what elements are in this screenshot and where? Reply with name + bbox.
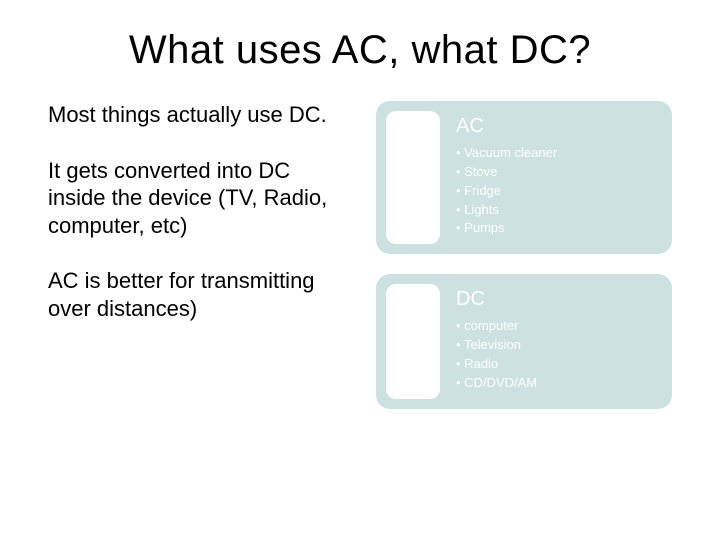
panel-inset bbox=[386, 111, 440, 244]
list-item: Vacuum cleaner bbox=[456, 144, 656, 163]
list-item: Television bbox=[456, 336, 656, 355]
dc-panel-title: DC bbox=[456, 288, 656, 311]
ac-panel: AC Vacuum cleaner Stove Fridge Lights Pu… bbox=[376, 101, 672, 254]
left-column: Most things actually use DC. It gets con… bbox=[48, 101, 348, 409]
body-paragraph-3: AC is better for transmitting over dista… bbox=[48, 267, 348, 322]
body-paragraph-2: It gets converted into DC inside the dev… bbox=[48, 157, 348, 240]
content-row: Most things actually use DC. It gets con… bbox=[48, 101, 672, 409]
dc-list: computer Television Radio CD/DVD/AM bbox=[456, 317, 656, 392]
right-column: AC Vacuum cleaner Stove Fridge Lights Pu… bbox=[376, 101, 672, 409]
page-title: What uses AC, what DC? bbox=[48, 28, 672, 73]
dc-panel: DC computer Television Radio CD/DVD/AM bbox=[376, 274, 672, 408]
dc-panel-body: DC computer Television Radio CD/DVD/AM bbox=[456, 288, 656, 392]
list-item: Lights bbox=[456, 201, 656, 220]
list-item: CD/DVD/AM bbox=[456, 374, 656, 393]
ac-list: Vacuum cleaner Stove Fridge Lights Pumps bbox=[456, 144, 656, 238]
body-paragraph-1: Most things actually use DC. bbox=[48, 101, 348, 129]
list-item: Fridge bbox=[456, 182, 656, 201]
slide: What uses AC, what DC? Most things actua… bbox=[0, 0, 720, 540]
ac-panel-body: AC Vacuum cleaner Stove Fridge Lights Pu… bbox=[456, 115, 656, 238]
list-item: Pumps bbox=[456, 219, 656, 238]
list-item: computer bbox=[456, 317, 656, 336]
panel-inset bbox=[386, 284, 440, 398]
list-item: Stove bbox=[456, 163, 656, 182]
list-item: Radio bbox=[456, 355, 656, 374]
ac-panel-title: AC bbox=[456, 115, 656, 138]
